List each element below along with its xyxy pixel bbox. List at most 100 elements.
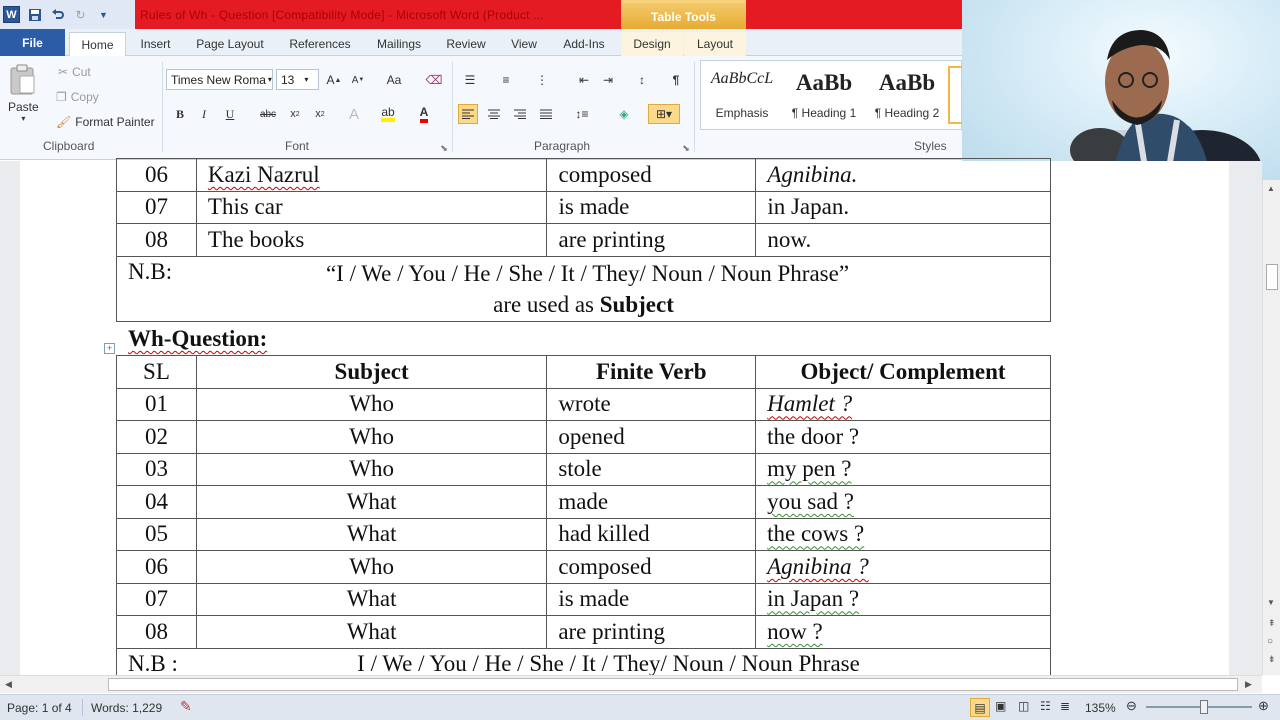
sl-cell[interactable]: 06 — [116, 550, 197, 584]
align-left-icon[interactable] — [458, 104, 478, 124]
scroll-up-icon[interactable]: ▲ — [1267, 184, 1275, 193]
grow-font-icon[interactable]: A ▲ — [324, 70, 344, 90]
note-cell[interactable]: N.B: “I / We / You / He / She / It / The… — [116, 255, 1051, 322]
object-cell[interactable]: the door ? — [755, 420, 1051, 454]
tab-add-ins[interactable]: Add-Ins — [556, 32, 612, 56]
subject-cell[interactable]: Kazi Nazrul — [195, 158, 548, 192]
align-right-icon[interactable] — [510, 104, 530, 124]
subject-cell[interactable]: What — [195, 615, 548, 649]
word-app-icon[interactable]: W — [3, 6, 20, 23]
print-layout-icon[interactable]: ▤ — [970, 698, 990, 717]
tab-mailings[interactable]: Mailings — [370, 32, 428, 56]
verb-cell[interactable]: are printing — [546, 223, 757, 257]
subject-cell[interactable]: Who — [195, 550, 548, 584]
highlight-icon[interactable]: ab — [378, 104, 398, 124]
proofing-icon[interactable]: ✎ — [180, 698, 192, 715]
object-cell[interactable]: Agnibina. — [755, 158, 1051, 192]
zoom-in-icon[interactable]: ⊕ — [1258, 698, 1269, 714]
subject-cell[interactable]: Who — [195, 420, 548, 454]
dialog-launcher-icon[interactable]: ⬊ — [434, 138, 454, 158]
object-cell[interactable]: in Japan ? — [755, 582, 1051, 616]
subject-cell[interactable]: What — [195, 517, 548, 551]
subject-cell[interactable]: What — [195, 485, 548, 519]
object-cell[interactable]: Hamlet ? — [755, 387, 1051, 421]
tab-file[interactable]: File — [0, 29, 65, 56]
change-case-icon[interactable]: Aa — [384, 70, 404, 90]
sl-cell[interactable]: 04 — [116, 485, 197, 519]
sl-cell[interactable]: 07 — [116, 582, 197, 616]
tab-view[interactable]: View — [504, 32, 544, 56]
cut-button[interactable]: ✂ Cut — [58, 65, 91, 79]
tab-layout[interactable]: Layout — [684, 32, 746, 56]
customize-qat-icon[interactable]: ▼ — [95, 6, 112, 23]
table-move-handle-icon[interactable]: + — [104, 343, 115, 354]
tab-insert[interactable]: Insert — [133, 32, 178, 56]
subject-cell[interactable]: What — [195, 582, 548, 616]
object-cell[interactable]: Agnibina ? — [755, 550, 1051, 584]
object-cell[interactable]: the cows ? — [755, 517, 1051, 551]
sl-cell[interactable]: 03 — [116, 452, 197, 486]
verb-cell[interactable]: is made — [546, 582, 757, 616]
superscript-icon[interactable]: x2 — [310, 104, 330, 124]
object-cell[interactable]: now ? — [755, 615, 1051, 649]
strikethrough-icon[interactable]: abc — [258, 104, 278, 124]
outline-icon[interactable]: ☷ — [1040, 699, 1051, 713]
sl-cell[interactable]: 07 — [116, 190, 197, 224]
object-cell[interactable]: now. — [755, 223, 1051, 257]
subscript-icon[interactable]: x2 — [285, 104, 305, 124]
clear-formatting-icon[interactable]: ⌫ — [424, 70, 444, 90]
sl-cell[interactable]: 08 — [116, 615, 197, 649]
header-subject[interactable]: Subject — [195, 355, 548, 389]
line-spacing-icon[interactable]: ↕≡ — [572, 104, 592, 124]
verb-cell[interactable]: wrote — [546, 387, 757, 421]
sl-cell[interactable]: 02 — [116, 420, 197, 454]
shrink-font-icon[interactable]: A ▼ — [348, 70, 368, 90]
tab-review[interactable]: Review — [440, 32, 492, 56]
copy-button[interactable]: ❐ Copy — [56, 90, 99, 104]
browse-object-icon[interactable]: ○ — [1267, 636, 1273, 647]
header-object[interactable]: Object/ Complement — [755, 355, 1051, 389]
bullets-icon[interactable]: ☰ — [460, 70, 480, 90]
verb-cell[interactable]: stole — [546, 452, 757, 486]
style-heading-1[interactable]: AaBb ¶ Heading 1 — [783, 64, 865, 124]
decrease-indent-icon[interactable]: ⇤ — [574, 70, 594, 90]
font-family-select[interactable]: Times New Roma ▾ — [166, 69, 273, 90]
font-size-select[interactable]: 13 ▾ — [276, 69, 319, 90]
full-screen-reading-icon[interactable]: ▣ — [995, 699, 1006, 713]
numbering-icon[interactable]: ≡ — [496, 70, 516, 90]
verb-cell[interactable]: opened — [546, 420, 757, 454]
subject-cell[interactable]: Who — [195, 387, 548, 421]
tab-design[interactable]: Design — [621, 32, 683, 56]
verb-cell[interactable]: composed — [546, 550, 757, 584]
zoom-slider[interactable] — [1146, 706, 1252, 708]
bold-icon[interactable]: B — [170, 104, 190, 124]
italic-icon[interactable]: I — [194, 104, 214, 124]
header-sl[interactable]: SL — [116, 355, 197, 389]
shading-icon[interactable]: ◈ — [614, 104, 634, 124]
header-finite-verb[interactable]: Finite Verb — [546, 355, 757, 389]
zoom-out-icon[interactable]: ⊖ — [1126, 698, 1137, 714]
next-page-icon[interactable]: ⇟ — [1268, 654, 1276, 665]
subject-cell[interactable]: The books — [195, 223, 548, 257]
zoom-slider-thumb[interactable] — [1200, 700, 1208, 714]
style-emphasis[interactable]: AaBbCcL Emphasis — [701, 64, 783, 124]
style-heading-2[interactable]: AaBb ¶ Heading 2 — [866, 64, 948, 124]
object-cell[interactable]: my pen ? — [755, 452, 1051, 486]
horizontal-scrollbar[interactable]: ◀ ▶ — [0, 675, 1262, 693]
increase-indent-icon[interactable]: ⇥ — [598, 70, 618, 90]
tab-page-layout[interactable]: Page Layout — [190, 32, 270, 56]
prev-page-icon[interactable]: ⇞ — [1268, 618, 1276, 629]
sl-cell[interactable]: 06 — [116, 158, 197, 192]
redo-icon[interactable]: ↻ — [72, 6, 89, 23]
page-indicator[interactable]: Page: 1 of 4 — [7, 701, 72, 715]
dialog-launcher-icon[interactable]: ⬊ — [676, 138, 696, 158]
multilevel-list-icon[interactable]: ⋮ — [532, 70, 552, 90]
format-painter-button[interactable]: 🖌 Format Painter — [56, 115, 155, 129]
sl-cell[interactable]: 08 — [116, 223, 197, 257]
text-effects-icon[interactable]: A — [344, 104, 364, 124]
verb-cell[interactable]: is made — [546, 190, 757, 224]
web-layout-icon[interactable]: ◫ — [1018, 699, 1029, 713]
sl-cell[interactable]: 01 — [116, 387, 197, 421]
scroll-down-icon[interactable]: ▼ — [1267, 598, 1275, 607]
align-center-icon[interactable] — [484, 104, 504, 124]
